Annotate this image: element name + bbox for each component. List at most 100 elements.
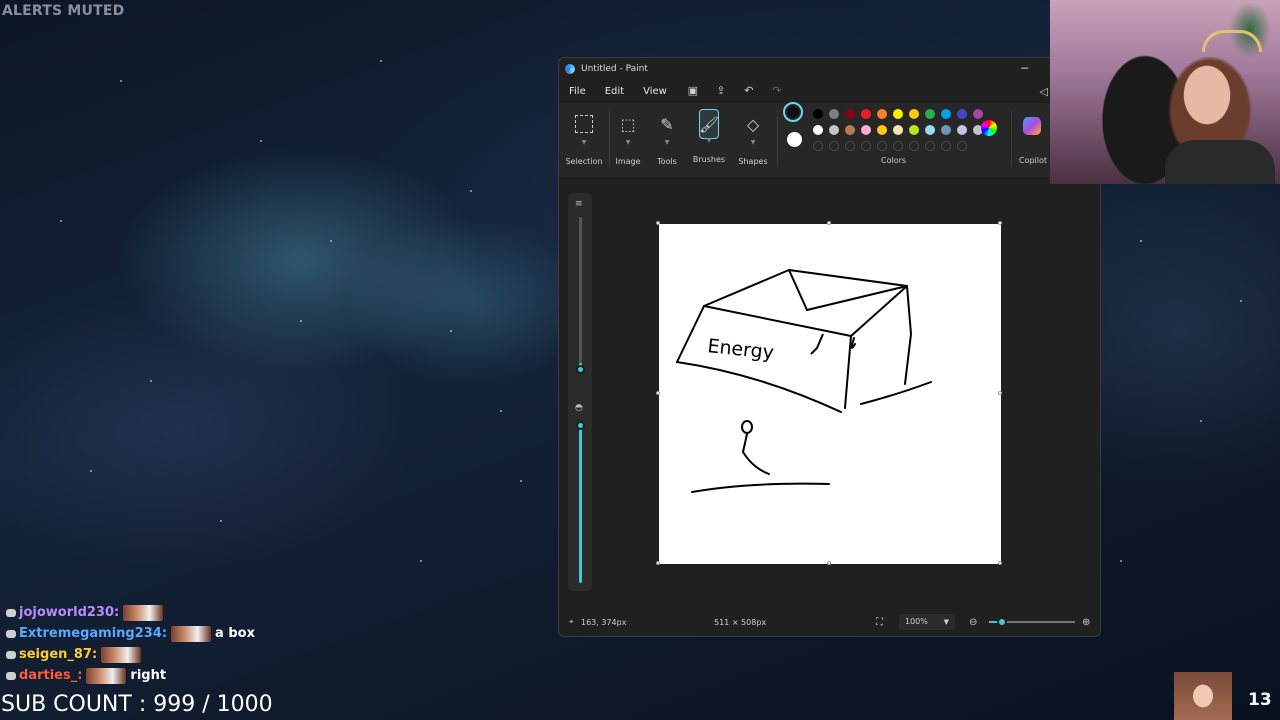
resize-handle[interactable] — [998, 561, 1002, 565]
shapes-tool[interactable]: ◇ ▼ Shapes — [730, 109, 776, 167]
primary-color-swatch[interactable] — [783, 102, 803, 122]
cursor-position: 163, 374px — [581, 617, 627, 627]
chat-badge-icon — [6, 671, 16, 680]
custom-color-slot[interactable] — [925, 141, 935, 151]
viewer-avatar — [1174, 672, 1232, 720]
color-swatch[interactable] — [925, 109, 935, 119]
canvas-text: Energy — [706, 335, 774, 364]
custom-color-slot[interactable] — [813, 141, 823, 151]
color-swatch[interactable] — [909, 125, 919, 135]
fit-to-window-icon[interactable]: ⛶ — [876, 617, 883, 628]
viewer-count: 13 — [1248, 690, 1272, 710]
chat-message: seigen_87: — [6, 644, 306, 665]
menu-bar: File Edit View ▣ ⇪ ↶ ↷ — [559, 80, 1100, 102]
resize-handle[interactable] — [998, 221, 1002, 225]
size-slider-track[interactable] — [579, 217, 582, 369]
chat-badge-icon — [6, 629, 16, 638]
chat-text: a box — [215, 626, 255, 641]
save-icon[interactable]: ▣ — [686, 84, 700, 98]
chat-username: seigen_87: — [19, 647, 98, 662]
color-swatch[interactable] — [893, 125, 903, 135]
color-swatch[interactable] — [941, 109, 951, 119]
color-swatch[interactable] — [845, 125, 855, 135]
color-swatch[interactable] — [861, 125, 871, 135]
color-swatch[interactable] — [845, 109, 855, 119]
custom-color-slot[interactable] — [957, 141, 967, 151]
chat-badge-icon — [6, 608, 16, 617]
custom-color-slot[interactable] — [861, 141, 871, 151]
brushes-tool[interactable]: 🖌 ▼ Brushes — [686, 109, 732, 164]
custom-color-slot[interactable] — [845, 141, 855, 151]
tools-tool[interactable]: ✎ ▼ Tools — [644, 109, 690, 167]
alerts-muted-label: ALERTS MUTED — [2, 3, 125, 19]
chat-username: jojoworld230: — [19, 605, 120, 620]
size-slider-thumb[interactable] — [576, 365, 585, 374]
color-swatch[interactable] — [813, 125, 823, 135]
resize-handle[interactable] — [827, 561, 831, 565]
chat-emote-image — [86, 667, 127, 684]
color-swatch[interactable] — [957, 109, 967, 119]
chevron-down-icon: ▼ — [581, 139, 587, 146]
ribbon-divider — [777, 111, 778, 167]
redo-icon[interactable]: ↷ — [770, 84, 784, 98]
custom-color-slot[interactable] — [893, 141, 903, 151]
undo-icon[interactable]: ↶ — [742, 84, 756, 98]
color-swatch[interactable] — [893, 109, 903, 119]
copilot-label: Copilot — [1019, 156, 1048, 165]
ribbon-toolbar: ▼ Selection ⬚ ▼ Image ✎ ▼ Tools 🖌 ▼ Brus… — [559, 102, 1100, 178]
zoom-select[interactable]: 100% ▼ — [899, 614, 955, 630]
menu-file[interactable]: File — [569, 86, 586, 97]
chevron-down-icon: ▼ — [706, 137, 712, 144]
canvas-size: 511 × 508px — [714, 617, 767, 627]
custom-color-slot[interactable] — [909, 141, 919, 151]
chat-emote-image — [101, 646, 142, 663]
menu-view[interactable]: View — [643, 86, 667, 97]
chat-text: right — [130, 668, 167, 683]
share-icon[interactable]: ⇪ — [714, 84, 728, 98]
color-swatch[interactable] — [941, 125, 951, 135]
zoom-slider-thumb[interactable] — [997, 617, 1007, 627]
paint-window[interactable]: Untitled - Paint ─ File Edit View ▣ ⇪ ↶ … — [558, 57, 1101, 637]
color-swatch[interactable] — [925, 125, 935, 135]
color-swatch[interactable] — [877, 125, 887, 135]
custom-color-slot[interactable] — [877, 141, 887, 151]
brush-settings-panel: ≡ ◓ — [568, 193, 592, 591]
resize-handle[interactable] — [656, 221, 660, 225]
ribbon-divider — [1011, 111, 1012, 167]
color-swatch[interactable] — [829, 125, 839, 135]
drawing-canvas[interactable]: Energy — [659, 224, 1001, 564]
color-swatch[interactable] — [861, 109, 871, 119]
size-icon: ≡ — [575, 199, 583, 209]
title-bar[interactable]: Untitled - Paint ─ — [559, 58, 1100, 80]
zoom-in-icon[interactable]: ⊕ — [1082, 617, 1090, 628]
custom-color-slot[interactable] — [829, 141, 839, 151]
chat-message: Extremegaming234: a box — [6, 623, 306, 644]
resize-handle[interactable] — [656, 391, 660, 395]
zoom-out-icon[interactable]: ⊖ — [969, 617, 977, 628]
color-swatch[interactable] — [957, 125, 967, 135]
opacity-slider-thumb[interactable] — [576, 421, 585, 430]
chat-emote-image — [123, 604, 164, 621]
chat-message: darties_: right — [6, 665, 306, 686]
color-wheel-icon[interactable] — [981, 120, 997, 136]
chat-username: darties_: — [19, 668, 83, 683]
streamer-body-shape — [1165, 140, 1275, 184]
selection-tool[interactable]: ▼ Selection — [561, 109, 607, 166]
color-swatch[interactable] — [813, 109, 823, 119]
resize-handle[interactable] — [827, 221, 831, 225]
feedback-icon[interactable]: ◁ — [1040, 85, 1048, 98]
opacity-slider-fill[interactable] — [579, 423, 582, 583]
resize-handle[interactable] — [998, 391, 1002, 395]
minimize-icon[interactable]: ─ — [1021, 62, 1028, 75]
menu-edit[interactable]: Edit — [605, 86, 624, 97]
custom-color-slot[interactable] — [941, 141, 951, 151]
tools-icon: ✎ — [660, 114, 674, 134]
resize-handle[interactable] — [656, 561, 660, 565]
chevron-down-icon: ▼ — [664, 139, 670, 146]
secondary-color-swatch[interactable] — [787, 132, 802, 147]
copilot-icon[interactable] — [1023, 117, 1041, 135]
color-swatch[interactable] — [973, 109, 983, 119]
color-swatch[interactable] — [877, 109, 887, 119]
color-swatch[interactable] — [829, 109, 839, 119]
color-swatch[interactable] — [909, 109, 919, 119]
